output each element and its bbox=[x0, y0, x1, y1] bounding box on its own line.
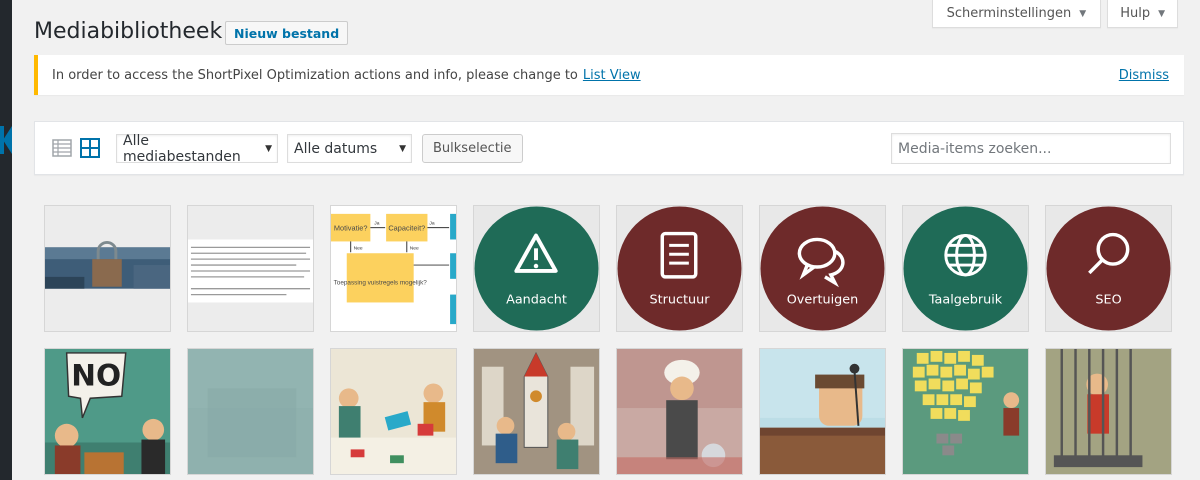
media-item-illustration-puzzle[interactable] bbox=[330, 348, 457, 475]
aandacht-label: Aandacht bbox=[506, 292, 567, 307]
taalgebruik-label: Taalgebruik bbox=[928, 292, 1003, 307]
taalgebruik-thumbnail: Taalgebruik bbox=[903, 206, 1028, 331]
media-type-filter[interactable]: Alle mediabestanden ▼ bbox=[116, 132, 278, 165]
date-filter[interactable]: Alle datums ▼ bbox=[287, 134, 412, 163]
rocket-illustration-thumbnail bbox=[474, 349, 599, 474]
no-illustration-thumbnail: NO bbox=[45, 349, 170, 474]
media-item-illustration-podium[interactable] bbox=[759, 348, 886, 475]
dropdown-arrow-icon: ▼ bbox=[399, 143, 406, 154]
flowchart-arrow-label: Ja bbox=[374, 221, 379, 227]
no-speech-text: NO bbox=[71, 358, 121, 392]
notice-text: In order to access the ShortPixel Optimi… bbox=[52, 67, 578, 83]
list-view-link[interactable]: List View bbox=[583, 68, 641, 83]
media-toolbar: Alle mediabestanden ▼ Alle datums ▼ Bulk… bbox=[34, 121, 1184, 175]
list-view-icon[interactable] bbox=[52, 138, 72, 158]
media-item-aandacht[interactable]: Aandacht bbox=[473, 205, 600, 332]
media-item-taalgebruik[interactable]: Taalgebruik bbox=[902, 205, 1029, 332]
photo-thumbnail bbox=[45, 206, 170, 331]
media-item-illustration-no[interactable]: NO bbox=[44, 348, 171, 475]
media-item-illustration-bulb[interactable] bbox=[902, 348, 1029, 475]
flowchart-box-3: Toepassing vuistregels mogelijk? bbox=[334, 280, 428, 287]
media-item-structuur[interactable]: Structuur bbox=[616, 205, 743, 332]
bulk-select-button[interactable]: Bulkselectie bbox=[422, 134, 523, 163]
flowchart-thumbnail: Motivatie? Capaciteit? Toepassing vuistr… bbox=[331, 206, 456, 331]
flowchart-arrow-label: Nee bbox=[354, 245, 363, 251]
structuur-label: Structuur bbox=[650, 292, 711, 307]
dismiss-link[interactable]: Dismiss bbox=[1119, 68, 1169, 83]
date-filter-value: Alle datums bbox=[294, 140, 378, 157]
search-placeholder: Media-items zoeken... bbox=[898, 140, 1052, 157]
flowchart-box-1: Motivatie? bbox=[334, 224, 368, 233]
cage-illustration-thumbnail bbox=[1046, 349, 1171, 474]
screen-options-label: Scherminstellingen bbox=[946, 6, 1072, 21]
page-title: Mediabibliotheek bbox=[34, 19, 223, 44]
media-item-overtuigen[interactable]: Overtuigen bbox=[759, 205, 886, 332]
admin-sidebar-edge bbox=[0, 0, 12, 480]
media-item-seo[interactable]: SEO bbox=[1045, 205, 1172, 332]
podium-illustration-thumbnail bbox=[760, 349, 885, 474]
media-type-filter-value: Alle mediabestanden bbox=[123, 132, 241, 165]
structuur-thumbnail: Structuur bbox=[617, 206, 742, 331]
aandacht-thumbnail: Aandacht bbox=[474, 206, 599, 331]
screen-options-button[interactable]: Scherminstellingen ▼ bbox=[931, 0, 1102, 28]
media-item-texture[interactable] bbox=[187, 348, 314, 475]
puzzle-illustration-thumbnail bbox=[331, 349, 456, 474]
media-item-illustration-rocket[interactable] bbox=[473, 348, 600, 475]
help-label: Hulp bbox=[1120, 6, 1151, 21]
seo-label: SEO bbox=[1095, 292, 1121, 307]
texture-thumbnail bbox=[188, 349, 313, 474]
seo-thumbnail: SEO bbox=[1046, 206, 1171, 331]
add-new-button[interactable]: Nieuw bestand bbox=[225, 21, 349, 45]
screen-meta-links: Scherminstellingen ▼ Hulp ▼ bbox=[931, 0, 1178, 28]
overtuigen-label: Overtuigen bbox=[787, 292, 858, 307]
caret-down-icon: ▼ bbox=[1079, 8, 1087, 19]
dropdown-arrow-icon: ▼ bbox=[265, 143, 272, 154]
caret-down-icon: ▼ bbox=[1158, 8, 1165, 19]
flowchart-arrow-label: Ja bbox=[429, 221, 434, 227]
turban-illustration-thumbnail bbox=[617, 349, 742, 474]
document-thumbnail bbox=[188, 206, 313, 331]
grid-view-icon[interactable] bbox=[80, 138, 100, 158]
media-item-photo[interactable] bbox=[44, 205, 171, 332]
media-item-document[interactable] bbox=[187, 205, 314, 332]
media-item-illustration-cage[interactable] bbox=[1045, 348, 1172, 475]
help-button[interactable]: Hulp ▼ bbox=[1107, 0, 1178, 28]
media-item-illustration-turban[interactable] bbox=[616, 348, 743, 475]
overtuigen-thumbnail: Overtuigen bbox=[760, 206, 885, 331]
media-item-flowchart[interactable]: Motivatie? Capaciteit? Toepassing vuistr… bbox=[330, 205, 457, 332]
current-menu-arrow bbox=[3, 126, 12, 154]
flowchart-box-2: Capaciteit? bbox=[388, 224, 425, 233]
media-search-input[interactable]: Media-items zoeken... bbox=[891, 133, 1171, 164]
bulb-illustration-thumbnail bbox=[903, 349, 1028, 474]
flowchart-arrow-label: Nee bbox=[410, 245, 419, 251]
shortpixel-notice: In order to access the ShortPixel Optimi… bbox=[34, 55, 1184, 95]
